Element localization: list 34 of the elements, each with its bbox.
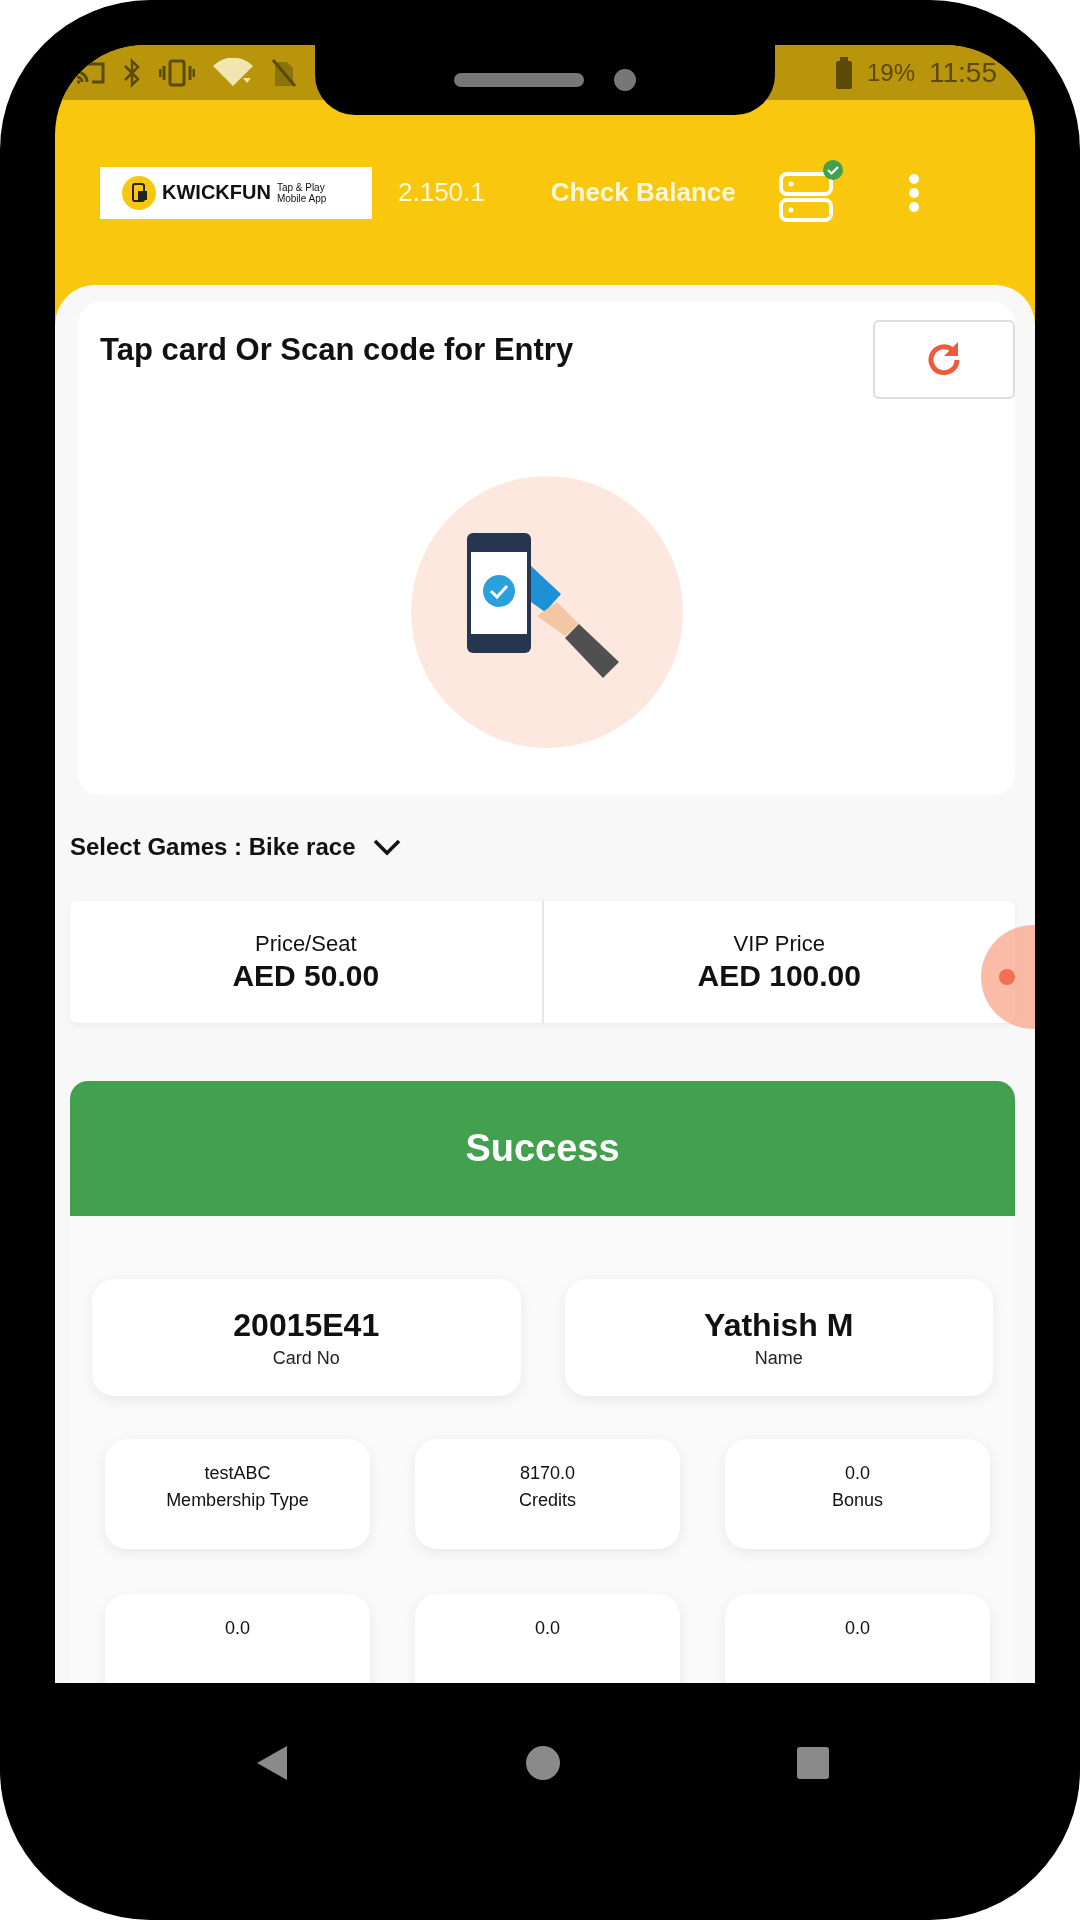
- price-label: Price/Seat: [255, 931, 357, 957]
- back-icon[interactable]: [255, 1744, 289, 1782]
- price-label: VIP Price: [733, 931, 825, 957]
- stat-value: 0.0: [535, 1618, 560, 1639]
- stat-value: 8170.0: [519, 1463, 576, 1484]
- clock-time: 11:55: [929, 56, 997, 89]
- stat-value: 0.0: [845, 1618, 870, 1639]
- recents-icon[interactable]: [796, 1746, 830, 1780]
- stat-value: testABC: [204, 1463, 271, 1484]
- app-version: 2.150.1: [398, 177, 485, 208]
- price-value: AED 50.00: [232, 959, 380, 993]
- info-label: Card No: [272, 1347, 340, 1369]
- stat-value: 0.0: [225, 1618, 250, 1639]
- wifi-icon: [213, 57, 253, 88]
- stat-label: Membership Type: [166, 1490, 309, 1511]
- info-label: Name: [754, 1347, 803, 1369]
- stat-value: 0.0: [845, 1463, 870, 1484]
- price-value: AED 100.00: [697, 959, 861, 993]
- battery-percent: 19%: [866, 58, 915, 87]
- refresh-button[interactable]: [873, 320, 1015, 399]
- battery-icon: [834, 56, 853, 89]
- front-camera: [614, 69, 636, 91]
- no-sim-icon: [271, 57, 297, 88]
- info-value: Yathish M: [704, 1306, 854, 1344]
- result-title: Success: [465, 1127, 620, 1170]
- entry-title: Tap card Or Scan code for Entry: [100, 332, 574, 368]
- chevron-down-icon: [371, 837, 402, 857]
- home-icon[interactable]: [524, 1745, 561, 1781]
- bluetooth-icon: [123, 57, 141, 88]
- stat-label: Credits: [519, 1490, 576, 1511]
- info-value: 20015E41: [233, 1306, 380, 1344]
- stat-label: Bonus: [831, 1490, 883, 1511]
- vibrate-icon: [159, 58, 195, 87]
- game-select-dropdown[interactable]: Select Games : Bike race: [70, 823, 402, 871]
